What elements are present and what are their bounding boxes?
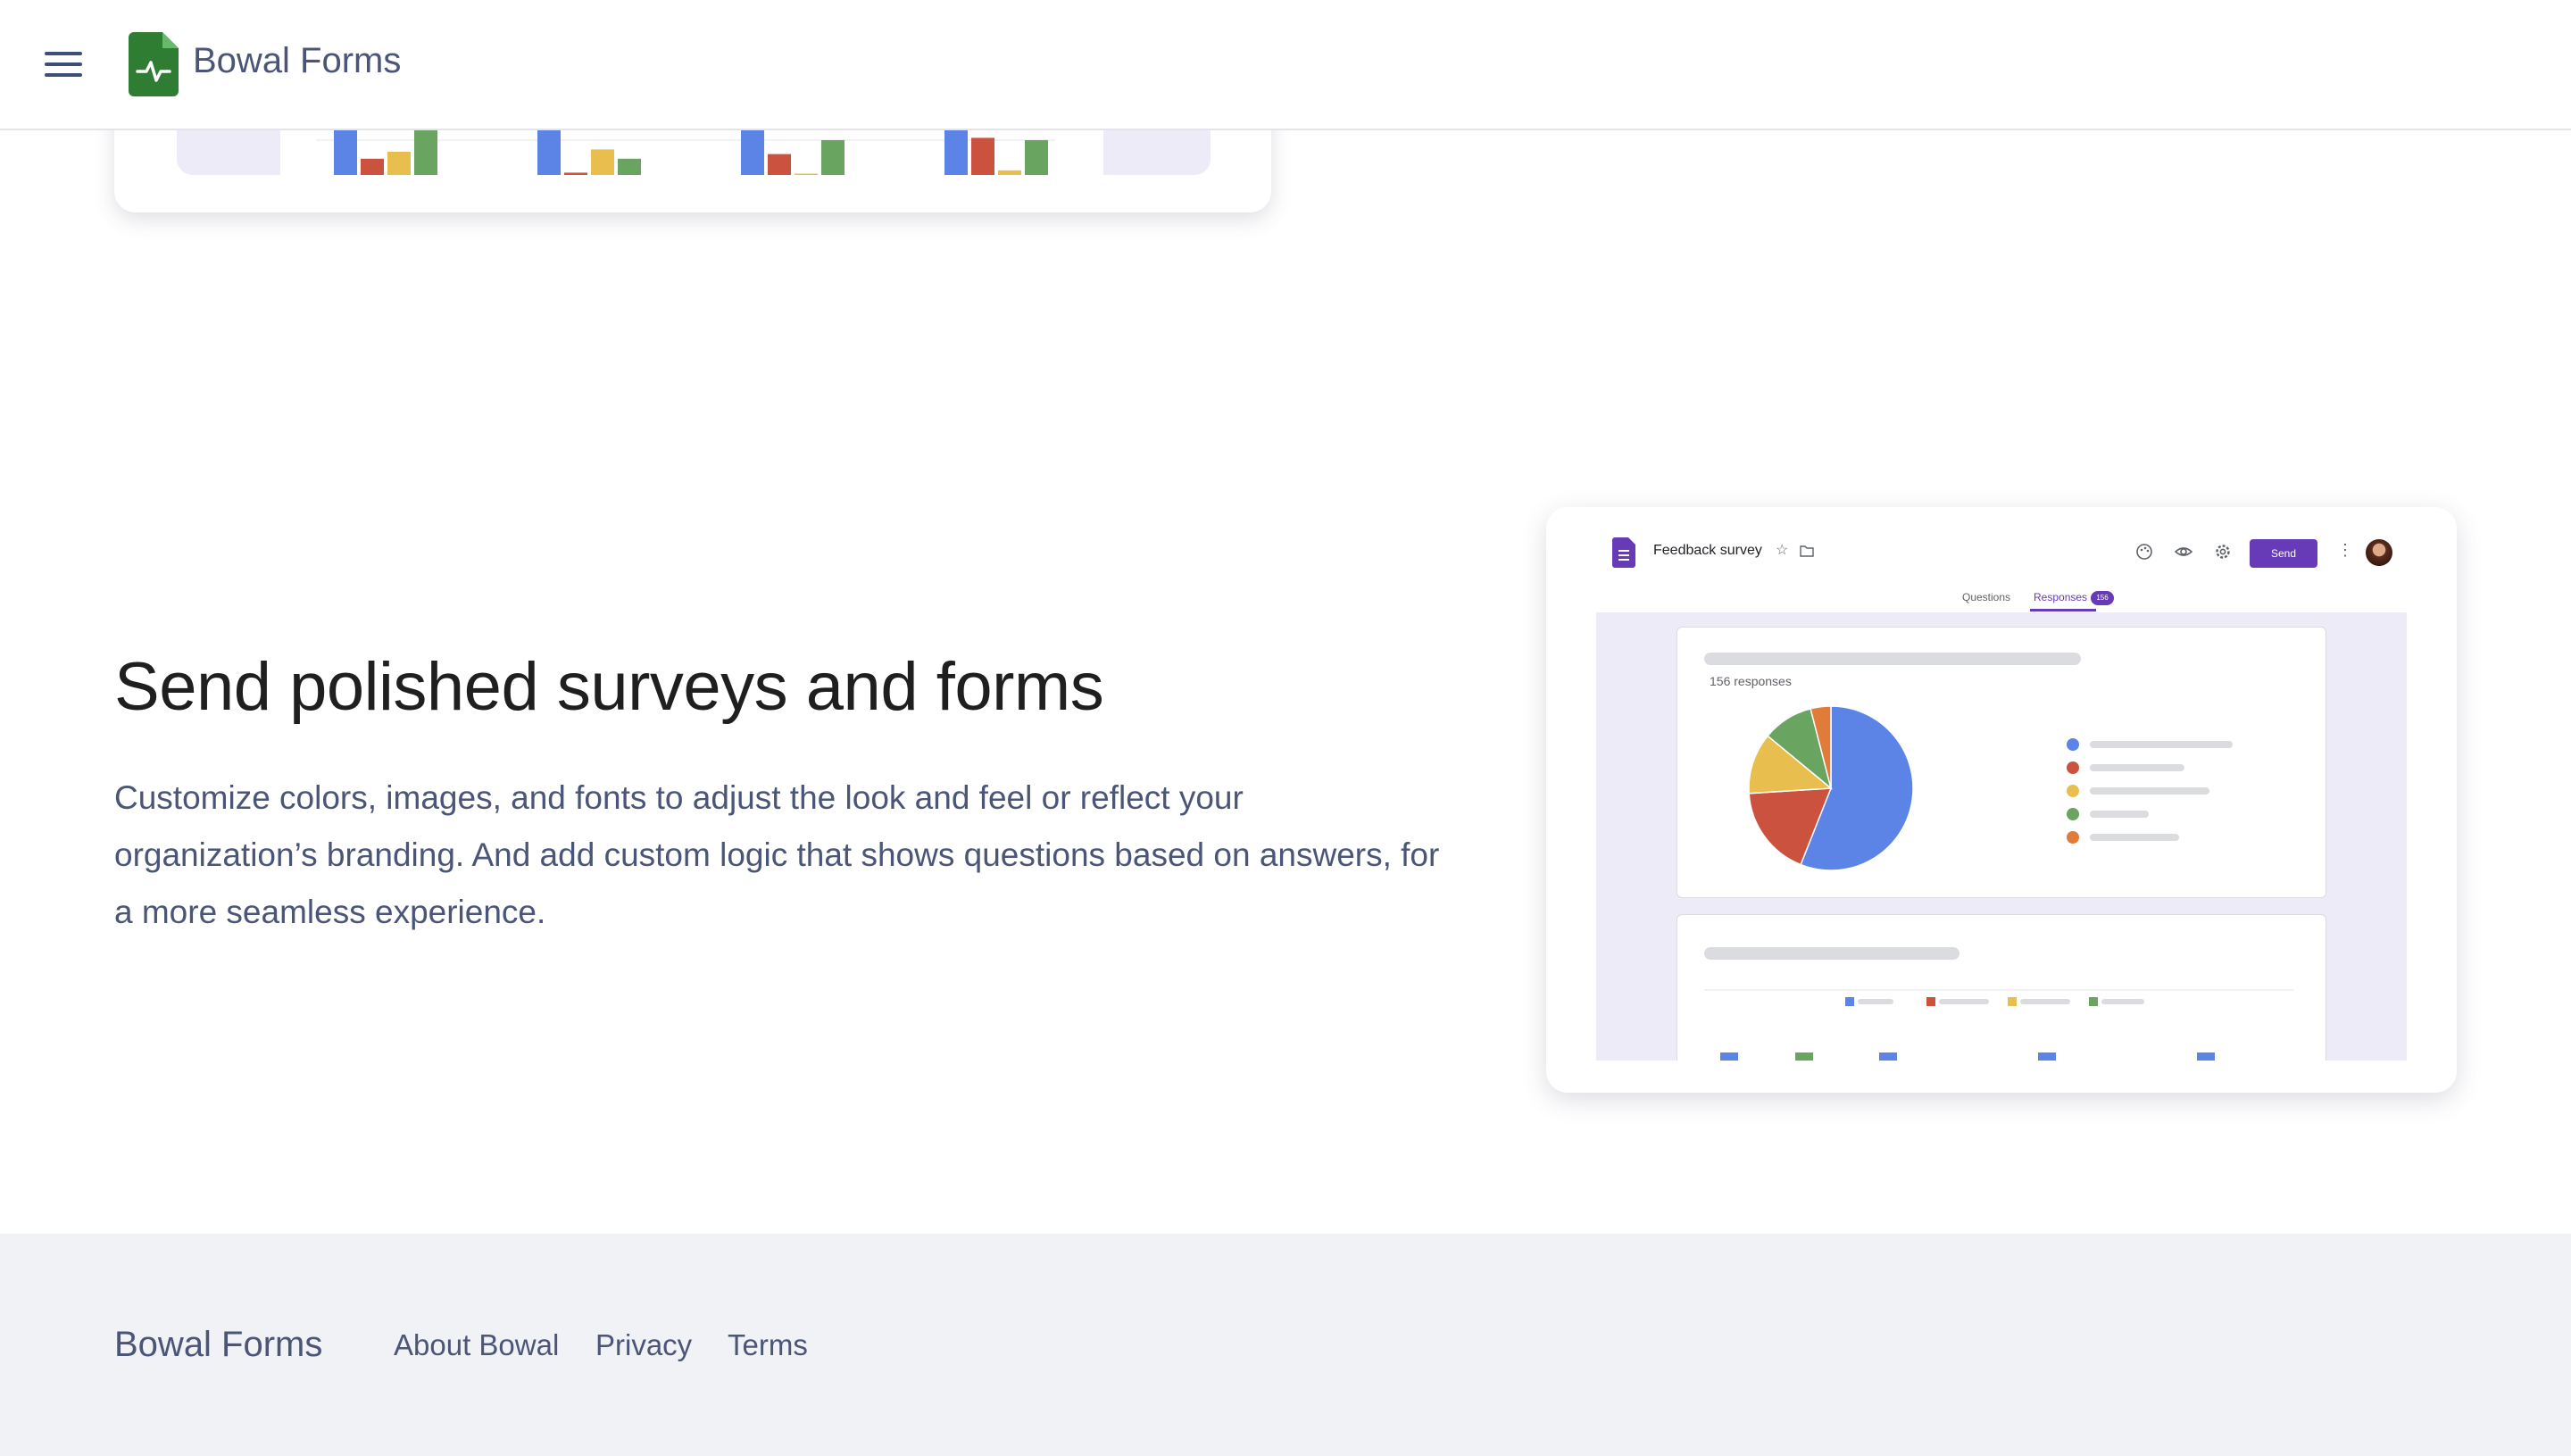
legend-label-placeholder (1939, 999, 1989, 1004)
bar (795, 173, 818, 175)
tab-questions: Questions (1962, 591, 2011, 603)
legend-swatch (2067, 761, 2079, 774)
legend-swatch (2089, 997, 2098, 1006)
settings-gear-icon (2216, 545, 2230, 559)
send-button: Send (2250, 539, 2317, 568)
bar-summary-panel (1677, 914, 2326, 1061)
brand-name[interactable]: Bowal Forms (193, 41, 401, 81)
bar (387, 152, 411, 175)
bar (1795, 1052, 1813, 1061)
active-tab-indicator (2030, 609, 2096, 612)
bar (768, 154, 791, 175)
legend-swatch (1926, 997, 1935, 1006)
pie-summary-panel: 156 responses (1677, 627, 2326, 898)
forms-app-icon (1612, 537, 1635, 568)
footer-link-about[interactable]: About Bowal (394, 1328, 559, 1362)
bar (741, 129, 764, 175)
top-header: Bowal Forms (0, 0, 2571, 130)
bar (564, 172, 587, 175)
bar (414, 129, 437, 175)
legend-label-placeholder (2090, 811, 2149, 818)
legend-label-placeholder (2101, 999, 2144, 1004)
section-title: Send polished surveys and forms (114, 649, 1104, 725)
tab-responses: Responses (2034, 591, 2088, 603)
legend-label-placeholder (2090, 741, 2233, 748)
forms-logo-icon[interactable] (129, 32, 179, 96)
legend-swatch (2067, 808, 2079, 820)
bar (1879, 1052, 1897, 1061)
palette-icon (2136, 544, 2152, 560)
bar (821, 140, 845, 175)
footer-link-privacy[interactable]: Privacy (595, 1328, 692, 1362)
bar (2197, 1052, 2215, 1061)
legend-swatch (2067, 831, 2079, 844)
responses-body: 156 responses (1596, 612, 2407, 1061)
legend-label-placeholder (2090, 787, 2209, 795)
bar (2038, 1052, 2056, 1061)
section-description: Customize colors, images, and fonts to a… (114, 779, 1440, 930)
pie-chart (1748, 705, 1914, 871)
legend-swatch (2067, 738, 2079, 751)
preview-eye-icon (2175, 547, 2192, 556)
legend-label-placeholder (2090, 764, 2184, 771)
menu-icon[interactable] (45, 52, 82, 77)
bar (1025, 140, 1048, 175)
bar (537, 129, 561, 175)
responses-count-badge: 156 (2091, 591, 2114, 605)
bar (618, 158, 641, 175)
form-responses-mockup: Feedback survey ☆ Send ⋮ Questions Respo… (1546, 507, 2457, 1093)
form-title: Feedback survey (1653, 543, 1762, 558)
folder-icon (1800, 545, 1814, 557)
legend-swatch (2008, 997, 2017, 1006)
bar (1720, 1052, 1738, 1061)
bar-chart (1704, 989, 2293, 1061)
bar (334, 129, 357, 175)
user-avatar (2366, 539, 2392, 566)
legend-swatch (2067, 785, 2079, 797)
bar (361, 158, 384, 175)
footer-link-terms[interactable]: Terms (728, 1328, 808, 1362)
legend-swatch (1845, 997, 1854, 1006)
site-footer: Bowal Forms About Bowal Privacy Terms (0, 1234, 2571, 1456)
bar (944, 129, 968, 175)
bar (591, 149, 614, 175)
more-options-icon: ⋮ (2337, 541, 2353, 559)
legend-label-placeholder (1858, 999, 1893, 1004)
star-icon: ☆ (1776, 543, 1789, 558)
bar (971, 137, 994, 175)
bar (998, 170, 1021, 175)
legend-label-placeholder (2020, 999, 2070, 1004)
legend-label-placeholder (2090, 834, 2179, 841)
footer-brand[interactable]: Bowal Forms (114, 1325, 322, 1365)
